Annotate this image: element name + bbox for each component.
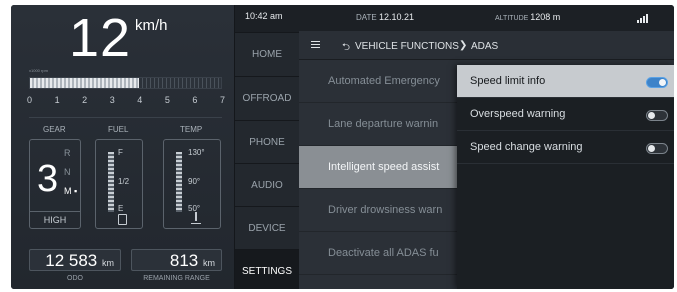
temp-label: TEMP bbox=[180, 125, 203, 134]
nav-phone[interactable]: PHONE bbox=[235, 120, 299, 163]
option-label: Speed limit info bbox=[470, 75, 546, 87]
current-gear: 3 bbox=[37, 158, 59, 200]
rpm-tick-label: 3 bbox=[109, 95, 115, 105]
rpm-tick-label: 5 bbox=[164, 95, 170, 105]
odometer-box: 12 583 km bbox=[29, 249, 121, 271]
gear-label: GEAR bbox=[43, 125, 66, 134]
rpm-tick-label: 6 bbox=[192, 95, 198, 105]
temp-scale-high: 130° bbox=[188, 148, 205, 157]
chevron-right-icon: ❯ bbox=[459, 40, 468, 51]
temp-level-bar bbox=[176, 152, 182, 212]
nav-offroad[interactable]: OFFROAD bbox=[235, 76, 299, 120]
nav-device[interactable]: DEVICE bbox=[235, 206, 299, 249]
speed-limit-info-toggle[interactable] bbox=[646, 77, 668, 88]
rpm-gauge bbox=[29, 77, 222, 89]
temp-scale-mid: 90° bbox=[188, 177, 201, 186]
option-label: Speed change warning bbox=[470, 141, 583, 153]
clock: 10:42 am bbox=[245, 11, 283, 21]
nav-settings[interactable]: SETTINGS bbox=[235, 249, 299, 289]
gear-mode: HIGH bbox=[30, 211, 80, 228]
date-display: DATE 12.10.21 bbox=[356, 12, 415, 22]
rpm-unit-label: x1000 rpm bbox=[29, 68, 48, 73]
temp-gauge: 130° 90° 50° bbox=[163, 139, 221, 229]
gear-option-m: M ▪ bbox=[64, 186, 78, 196]
altitude-display: ALTITUDE 1208 m bbox=[495, 12, 561, 22]
range-value: 813 km bbox=[169, 251, 215, 270]
speed-change-warning-toggle[interactable] bbox=[646, 143, 668, 154]
breadcrumb-bar: ⮌ VEHICLE FUNCTIONS ❯ ADAS bbox=[299, 31, 674, 60]
instrument-cluster: 12 km/h x1000 rpm 01234567 GEAR FUEL TEM… bbox=[11, 5, 235, 289]
nav-audio[interactable]: AUDIO bbox=[235, 163, 299, 206]
nav-home[interactable]: HOME bbox=[235, 32, 299, 76]
rpm-tick-label: 1 bbox=[54, 95, 60, 105]
speed-value: 12 bbox=[69, 8, 132, 68]
option-label: Overspeed warning bbox=[470, 108, 566, 120]
rpm-tick-labels: 0 1 2 3 4 5 6 7 bbox=[25, 95, 225, 107]
odometer-label: ODO bbox=[67, 275, 83, 282]
range-box: 813 km bbox=[131, 249, 222, 271]
option-speed-change-warning[interactable]: Speed change warning bbox=[457, 131, 674, 164]
range-label: REMAINING RANGE bbox=[143, 275, 210, 282]
infotainment-screen: 12 km/h x1000 rpm 01234567 GEAR FUEL TEM… bbox=[11, 5, 674, 289]
overspeed-warning-toggle[interactable] bbox=[646, 110, 668, 121]
gear-option-r: R bbox=[64, 148, 71, 158]
list-item-automated-emergency[interactable]: Automated Emergency bbox=[299, 60, 457, 103]
back-arrow-icon[interactable]: ⮌ bbox=[342, 40, 350, 57]
status-bar: DATE 12.10.21 ALTITUDE 1208 m bbox=[299, 5, 674, 31]
fuel-level-bar bbox=[108, 152, 114, 212]
list-item-intelligent-speed-assist[interactable]: Intelligent speed assist bbox=[299, 146, 457, 189]
toggle-knob bbox=[659, 79, 666, 86]
fuel-label: FUEL bbox=[108, 125, 129, 134]
fuel-scale-full: F bbox=[118, 148, 123, 157]
fuel-pump-icon bbox=[118, 214, 127, 225]
rpm-tick-label: 2 bbox=[82, 95, 88, 105]
toggle-knob bbox=[648, 145, 655, 152]
gear-indicator: 3 R N M ▪ HIGH bbox=[29, 139, 81, 229]
speed-unit: km/h bbox=[135, 17, 168, 34]
breadcrumb-vehicle-functions[interactable]: VEHICLE FUNCTIONS bbox=[355, 41, 459, 52]
toggle-knob bbox=[648, 112, 655, 119]
speed-assist-options-panel: Speed limit info Overspeed warning Speed… bbox=[457, 65, 674, 289]
gear-option-n: N bbox=[64, 167, 71, 177]
hamburger-icon[interactable] bbox=[311, 41, 320, 48]
list-item-lane-departure[interactable]: Lane departure warnin bbox=[299, 103, 457, 146]
list-item-driver-drowsiness[interactable]: Driver drowsiness warn bbox=[299, 189, 457, 232]
divider bbox=[29, 117, 222, 118]
rpm-tick-label: 0 bbox=[27, 95, 33, 105]
main-nav: 10:42 am HOME OFFROAD PHONE AUDIO DEVICE… bbox=[235, 5, 299, 289]
fuel-scale-empty: E bbox=[118, 204, 124, 213]
rpm-gauge-fill bbox=[30, 78, 139, 88]
fuel-gauge: F 1/2 E bbox=[95, 139, 143, 229]
breadcrumb-adas: ADAS bbox=[471, 41, 499, 52]
rpm-tick-label: 7 bbox=[220, 95, 226, 105]
coolant-temp-icon bbox=[191, 212, 201, 224]
odometer-value: 12 583 km bbox=[45, 251, 114, 270]
fuel-scale-half: 1/2 bbox=[118, 177, 130, 186]
rpm-tick-label: 4 bbox=[137, 95, 143, 105]
list-item-deactivate-all-adas[interactable]: Deactivate all ADAS fu bbox=[299, 232, 457, 275]
option-speed-limit-info[interactable]: Speed limit info bbox=[457, 65, 674, 98]
option-overspeed-warning[interactable]: Overspeed warning bbox=[457, 98, 674, 131]
